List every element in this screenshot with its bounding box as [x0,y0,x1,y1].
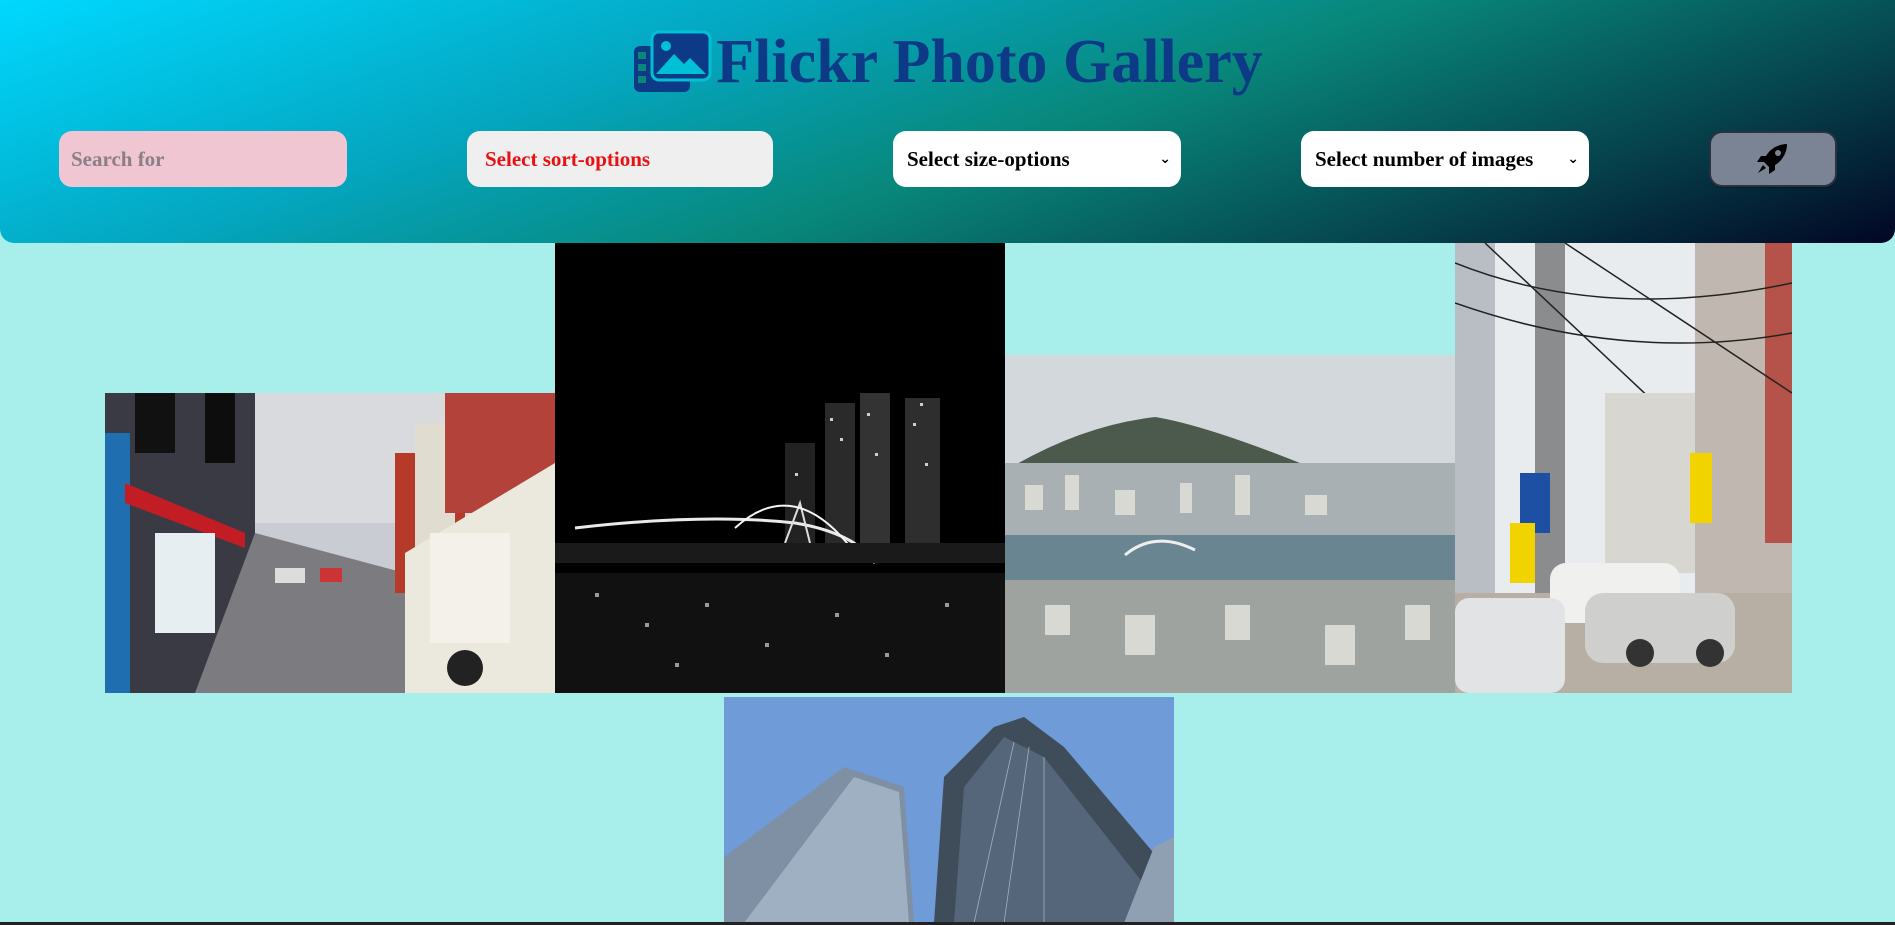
size-select[interactable]: Select size-options ⌄ [893,131,1181,187]
photo-glass-towers [724,697,1174,923]
count-label: Select number of images [1315,146,1534,171]
photo-street [105,393,555,693]
images-icon [634,30,712,92]
gallery-photo[interactable] [105,393,555,693]
gallery-photo[interactable] [555,243,1005,693]
photo-night-bridge [555,243,1005,693]
search-input[interactable]: Search for [59,131,347,187]
page-title: Flickr Photo Gallery [716,28,1263,96]
sort-select[interactable]: Select sort-options [467,131,773,187]
chevron-down-icon: ⌄ [1567,151,1579,167]
count-select[interactable]: Select number of images ⌄ [1301,131,1589,187]
gallery-photo[interactable] [1005,355,1455,693]
search-placeholder: Search for [71,146,165,171]
gallery-photo[interactable] [1455,243,1792,693]
photo-market-street [1455,243,1792,693]
search-button[interactable] [1709,131,1837,187]
chevron-down-icon: ⌄ [1159,151,1171,167]
header-bar: Flickr Photo Gallery Search for Select s… [0,0,1895,243]
gallery-photo[interactable] [724,697,1174,923]
photo-harbor-city [1005,355,1455,693]
sort-label: Select sort-options [485,146,651,171]
rocket-icon [1757,144,1787,174]
size-label: Select size-options [907,146,1070,171]
title-wrap: Flickr Photo Gallery [0,28,1895,96]
